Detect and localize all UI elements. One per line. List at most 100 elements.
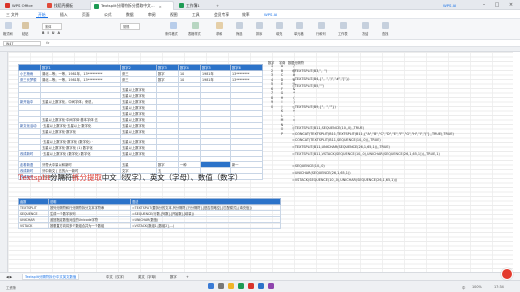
menu-review[interactable]: 审阅 (146, 11, 158, 18)
formula-bar: W47 fx (0, 40, 520, 47)
windows-start-icon[interactable] (208, 283, 214, 289)
table-cell[interactable]: P (278, 132, 286, 137)
paste-icon[interactable] (22, 22, 29, 29)
ribbon-toolbar: 格式刷 粘贴 宋体 B I U A 常规 条件格式 表格样式 求和 筛选 排序 … (0, 19, 520, 40)
ribbon-label: 行和列 (316, 32, 326, 36)
cell-icon[interactable] (296, 22, 303, 29)
spreadsheet-app: WPS Office 找稻壳模板 Textsplit分隔符拆分提取中文… × 工… (0, 0, 520, 292)
ribbon-label: 表格样式 (188, 32, 201, 36)
folder-icon[interactable] (228, 283, 234, 289)
formula-cell[interactable]: =TEXTSPLIT(B11,UNICHAR(SEQUENCE(26,1,65,… (292, 145, 390, 149)
table-cell[interactable]: 按垂直方向将多个数组合并为一个数组 (48, 222, 131, 229)
menu-efficiency[interactable]: 效率 (240, 11, 252, 18)
fx-icon[interactable]: fx (46, 41, 49, 45)
zoom-level[interactable]: 100% (472, 285, 482, 289)
formula-cell[interactable]: =TEXTSPLIT(B11,VSTACK(SEQUENCE(10,,0),UN… (292, 152, 440, 156)
sheet-tab-bar: ◀ ▶ Textsplit分隔符拆分中文英文数值 中文（汉字） 英文（字母） 数… (0, 272, 520, 280)
find-icon[interactable] (382, 22, 389, 29)
record-button-icon[interactable] (501, 268, 513, 280)
fill-icon[interactable] (276, 22, 283, 29)
tab-wps-office[interactable]: WPS Office (2, 1, 42, 10)
name-box[interactable]: W47 (3, 41, 41, 46)
tab-label: WPS Office (12, 3, 33, 8)
row-column-icon[interactable] (318, 22, 325, 29)
app-taskbar-icon[interactable] (258, 283, 264, 289)
conditional-format-icon[interactable] (170, 22, 177, 29)
window-tab-bar: WPS Office 找稻壳模板 Textsplit分隔符拆分提取中文… × 工… (0, 0, 520, 10)
headline-rest: 中文（汉字）、英文（字母）、数值（数字） (101, 173, 243, 182)
table-style-icon[interactable] (192, 22, 199, 29)
menu-view[interactable]: 视图 (168, 11, 180, 18)
close-tab-icon[interactable]: × (159, 4, 162, 9)
ribbon-label: 条件格式 (165, 32, 178, 36)
table-cell[interactable]: VSTACK (18, 222, 49, 229)
ribbon-label: 工作表 (338, 32, 348, 36)
account-label[interactable]: WPS AI (440, 1, 470, 10)
tab-templates[interactable]: 找稻壳模板 (44, 1, 88, 10)
wps-taskbar-icon[interactable] (248, 283, 254, 289)
font-style-buttons[interactable]: B I U A (42, 31, 61, 35)
formula-cell[interactable]: =UNICHAR(SEQUENCE(26,1,65,1)) (292, 171, 351, 175)
formula-cell[interactable]: =TEXTSPLIT(B5,"") (292, 84, 324, 88)
filter-icon[interactable] (236, 22, 243, 29)
formula-cell[interactable]: =TEXTSPLIT(B4,{"，","/","#","["}) (292, 76, 349, 81)
headline-prefix: Textsplit (18, 173, 51, 182)
maximize-icon[interactable]: □ (491, 0, 503, 10)
minimize-icon[interactable]: – (478, 0, 490, 10)
menu-insert[interactable]: 插入 (58, 11, 70, 18)
table-body: TEXTSPLIT 按列分隔符和行分隔符拆分文本字符串 =TEXTSPLIT(要拆分… (18, 204, 281, 229)
formula-cell[interactable]: =VSTACK(SEQUENCE(10,,0),UNICHAR(SEQUENCE… (292, 178, 397, 182)
row-numbers[interactable] (0, 52, 8, 272)
letter-column: ABCDEFGHIJKLMNOP (278, 64, 286, 136)
menu-data[interactable]: 数据 (124, 11, 136, 18)
function-reference-table: 函数 说明 语法 TEXTSPLIT 按列分隔符和行分隔符拆分文本字符串 =TEXT… (18, 198, 281, 229)
input-method-indicator[interactable]: 中 (462, 285, 465, 290)
tab-label: 找稻壳模板 (54, 2, 73, 8)
menu-page[interactable]: 页面 (80, 11, 92, 18)
spreadsheet-icon (179, 3, 184, 8)
formula-cell[interactable]: =TEXTSPLIT(B9,{"，",""}) (292, 104, 336, 109)
table-cell[interactable] (268, 132, 276, 137)
tab-label: Textsplit分隔符拆分提取中文… (101, 3, 155, 8)
worksheet-icon[interactable] (340, 22, 347, 29)
clock: 17:34 (494, 285, 504, 289)
browser-icon[interactable] (238, 283, 244, 289)
search-icon[interactable] (218, 283, 224, 289)
menu-formula[interactable]: 公式 (102, 11, 114, 18)
tab-current-workbook[interactable]: Textsplit分隔符拆分提取中文… × (90, 1, 174, 10)
menu-tools[interactable]: 工具 (190, 11, 202, 18)
headline: Textsplit分隔符拆分提取中文（汉字）、英文（字母）、数值（数字） (18, 172, 242, 183)
table-cell[interactable]: =VSTACK(数组1,[数组2],…) (130, 222, 281, 229)
formula-cell[interactable]: =SEQUENCE(10,,0) (292, 164, 325, 168)
sort-icon[interactable] (256, 22, 263, 29)
menu-file[interactable]: 三 文件 (4, 11, 21, 18)
table-row: VSTACK 按垂直方向将多个数组合并为一个数组 =VSTACK(数组1,[数组2]… (18, 222, 281, 229)
template-icon (47, 3, 52, 8)
table-body: 小王杨雨 湖北…等；一等，1981年，13********* 张三 数字 10 1981年… (18, 70, 263, 180)
freeze-icon[interactable] (362, 22, 369, 29)
menu-wps-ai[interactable]: WPS AI (262, 11, 279, 18)
sum-icon[interactable] (216, 22, 223, 29)
menu-member[interactable]: 会员专享 (212, 11, 231, 18)
ribbon-label: 粘贴 (22, 32, 29, 36)
formula-cell[interactable]: =TEXTSPLIT(B3,"，") (292, 68, 327, 73)
formula-cell[interactable]: =CONCAT(TEXTSPLIT(B11,TEXTSPLIT(B11,{"A"… (292, 132, 454, 136)
ribbon-label: 冻结 (362, 32, 369, 36)
tab-label: 工作簿1 (186, 2, 200, 8)
headline-mid: 分隔符 (50, 173, 73, 182)
app-taskbar-icon[interactable] (268, 283, 274, 289)
formula-cell[interactable]: =TEXTSPLIT(B11,SEQUENCE(10,,0),,TRUE) (292, 126, 364, 130)
new-tab-button[interactable]: + (213, 1, 221, 10)
close-window-icon[interactable]: × (505, 0, 517, 10)
font-select[interactable]: 宋体 (42, 23, 63, 30)
number-format-select[interactable]: 常规 (120, 23, 141, 30)
format-painter-icon[interactable] (5, 22, 12, 29)
spreadsheet-icon (94, 3, 99, 9)
headline-highlight: 拆分提取 (72, 173, 102, 182)
menu-bar: 三 文件 开始 插入 页面 公式 数据 审阅 视图 工具 会员专享 效率 WPS… (0, 10, 520, 19)
tab-workbook1[interactable]: 工作簿1 (176, 1, 212, 10)
digit-column: 1234567890 (268, 64, 276, 136)
formula-cell[interactable]: =CONCAT(TEXTSPLIT(B11,SEQUENCE(10,,0)),,… (292, 138, 381, 142)
ribbon-label: 求和 (216, 32, 223, 36)
menu-home[interactable]: 开始 (36, 11, 48, 18)
